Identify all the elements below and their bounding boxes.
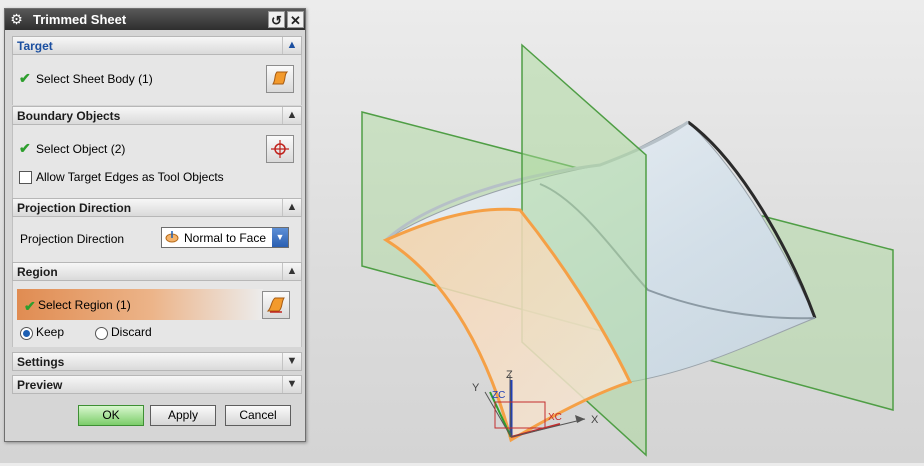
dialog-titlebar[interactable]: ⚙ Trimmed Sheet ↺ ✕ xyxy=(5,9,305,30)
ok-button[interactable]: OK xyxy=(78,405,144,426)
axis-label-z: Z xyxy=(506,369,513,381)
check-icon: ✔ xyxy=(19,70,31,86)
keep-label: Keep xyxy=(36,325,65,339)
select-sheet-body-label[interactable]: Select Sheet Body (1) xyxy=(36,72,153,86)
section-header-region[interactable]: Region ▲ xyxy=(12,262,302,281)
sheet-body-icon xyxy=(272,71,289,85)
section-body-boundary: ✔ Select Object (2) Allow Target Edges a… xyxy=(12,125,302,199)
allow-target-edges-checkbox[interactable] xyxy=(19,171,32,184)
section-label-preview: Preview xyxy=(17,378,63,392)
section-label-region: Region xyxy=(17,265,58,279)
axis-label-x: X xyxy=(591,414,599,426)
section-body-projection: Projection Direction Normal to Face ▼ xyxy=(12,217,302,262)
section-label-projection: Projection Direction xyxy=(17,201,132,215)
chevron-up-icon[interactable]: ▲ xyxy=(282,199,301,216)
projection-direction-value: Normal to Face xyxy=(184,231,267,245)
chevron-down-icon[interactable]: ▼ xyxy=(282,376,301,393)
chevron-up-icon[interactable]: ▲ xyxy=(282,37,301,54)
select-region-label[interactable]: Select Region (1) xyxy=(38,298,131,312)
axis-label-y: Y xyxy=(472,382,480,394)
projection-direction-label: Projection Direction xyxy=(20,232,125,246)
section-label-boundary: Boundary Objects xyxy=(17,109,121,123)
section-body-target: ✔ Select Sheet Body (1) xyxy=(12,55,302,105)
apply-button[interactable]: Apply xyxy=(150,405,216,426)
chevron-up-icon[interactable]: ▲ xyxy=(282,263,301,280)
chevron-down-icon[interactable]: ▼ xyxy=(282,353,301,370)
trimmed-sheet-dialog: ⚙ Trimmed Sheet ↺ ✕ Target ▲ ✔ Select Sh… xyxy=(4,8,306,442)
normal-to-face-icon xyxy=(165,231,179,243)
chevron-down-icon[interactable]: ▼ xyxy=(272,228,288,247)
section-header-target[interactable]: Target ▲ xyxy=(12,36,302,55)
section-header-boundary-objects[interactable]: Boundary Objects ▲ xyxy=(12,106,302,125)
close-icon[interactable]: ✕ xyxy=(287,11,304,28)
discard-label: Discard xyxy=(111,325,152,339)
projection-direction-select[interactable]: Normal to Face ▼ xyxy=(161,227,289,248)
section-label-settings: Settings xyxy=(17,355,65,369)
section-header-preview[interactable]: Preview ▼ xyxy=(12,375,302,394)
keep-radio[interactable] xyxy=(20,327,33,340)
cancel-button[interactable]: Cancel xyxy=(225,405,291,426)
check-icon: ✔ xyxy=(24,298,36,314)
axis-label-zc: ZC xyxy=(492,390,505,401)
allow-target-edges-label: Allow Target Edges as Tool Objects xyxy=(36,170,224,184)
reset-icon[interactable]: ↺ xyxy=(268,11,285,28)
discard-radio[interactable] xyxy=(95,327,108,340)
section-label-target: Target xyxy=(17,39,53,53)
region-icon xyxy=(266,297,285,313)
section-header-settings[interactable]: Settings ▼ xyxy=(12,352,302,371)
axis-label-xc: XC xyxy=(548,412,562,423)
crosshair-icon xyxy=(271,140,289,158)
select-object-label[interactable]: Select Object (2) xyxy=(36,142,125,156)
section-header-projection[interactable]: Projection Direction ▲ xyxy=(12,198,302,217)
select-sheet-body-button[interactable] xyxy=(266,65,294,93)
dialog-title: Trimmed Sheet xyxy=(33,12,127,27)
chevron-up-icon[interactable]: ▲ xyxy=(282,107,301,124)
select-object-button[interactable] xyxy=(266,135,294,163)
select-region-button[interactable] xyxy=(262,291,290,319)
gear-icon[interactable]: ⚙ xyxy=(8,11,25,28)
check-icon: ✔ xyxy=(19,140,31,156)
